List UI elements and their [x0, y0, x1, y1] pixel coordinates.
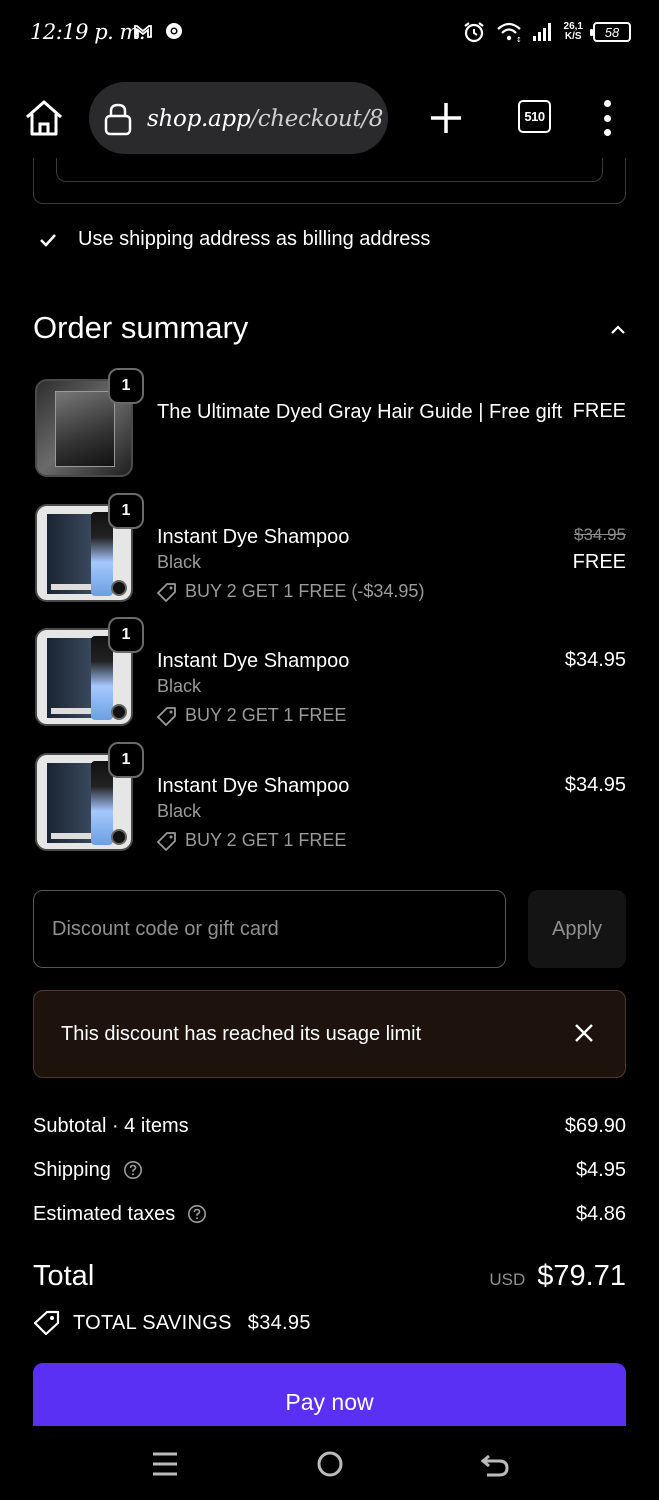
item-name: Instant Dye Shampoo	[157, 650, 350, 672]
status-bar: 12:19 p. m. ↕ 26,1 K/S 58	[0, 0, 659, 66]
order-summary-title: Order summary	[33, 310, 249, 345]
new-tab-icon[interactable]	[428, 100, 464, 136]
wifi-icon: ↕	[496, 22, 522, 43]
discount-error-text: This discount has reached its usage limi…	[61, 1023, 422, 1045]
item-discount: BUY 2 GET 1 FREE (-$34.95)	[157, 581, 424, 602]
status-system-icons: ↕ 26,1 K/S 58	[462, 20, 631, 44]
discount-error-alert: This discount has reached its usage limi…	[33, 990, 626, 1078]
line-item: 1 Instant Dye Shampoo Black BUY 2 GET 1 …	[33, 742, 626, 861]
subtotal-label: Subtotal · 4 items	[33, 1114, 189, 1137]
item-discount-label: BUY 2 GET 1 FREE (-$34.95)	[185, 581, 425, 601]
battery-icon: 58	[590, 22, 631, 42]
total-label: Total	[33, 1260, 95, 1292]
item-price-value: $34.95	[564, 649, 626, 671]
status-time: 12:19 p. m.	[30, 20, 146, 44]
gmail-icon	[134, 25, 152, 38]
quantity-badge: 1	[108, 617, 144, 653]
home-icon[interactable]	[22, 96, 66, 140]
item-price: $34.95 FREE	[573, 521, 626, 577]
tab-switcher-button[interactable]: 510	[518, 100, 551, 133]
tag-icon	[157, 831, 176, 851]
payment-field-bottom	[56, 158, 603, 182]
taxes-label-group: Estimated taxes	[33, 1203, 207, 1226]
total-row: Total USD $79.71	[33, 1260, 626, 1300]
signal-icon	[532, 23, 551, 41]
url-path: /checkout/8	[250, 106, 384, 132]
close-icon[interactable]	[573, 1022, 595, 1044]
item-variant: Black	[157, 801, 202, 821]
chrome-icon	[166, 23, 182, 39]
item-discount: BUY 2 GET 1 FREE	[157, 705, 346, 726]
status-notification-icons	[133, 22, 183, 40]
item-discount-label: BUY 2 GET 1 FREE	[185, 830, 347, 850]
savings-label: TOTAL SAVINGS	[73, 1311, 232, 1334]
tag-icon	[33, 1310, 60, 1336]
total-savings: TOTAL SAVINGS $34.95	[33, 1310, 311, 1336]
net-speed: 26,1 K/S	[564, 22, 583, 42]
address-bar[interactable]: shop.app/checkout/8	[89, 82, 388, 154]
quantity-badge: 1	[108, 493, 144, 529]
shipping-value: $4.95	[575, 1158, 626, 1181]
line-item: 1 The Ultimate Dyed Gray Hair Guide | Fr…	[33, 368, 626, 487]
item-discount: BUY 2 GET 1 FREE	[157, 830, 346, 851]
svg-text:↕: ↕	[516, 36, 522, 43]
url-host: shop.app	[147, 106, 251, 132]
item-original-price: $34.95	[574, 525, 626, 544]
quantity-badge: 1	[108, 368, 144, 404]
item-name: Instant Dye Shampoo	[157, 775, 350, 797]
shipping-label-group: Shipping	[33, 1159, 143, 1182]
chevron-up-icon[interactable]	[608, 320, 628, 340]
alarm-icon	[463, 22, 484, 43]
subtotal-row: Subtotal · 4 items $69.90	[33, 1111, 626, 1141]
currency-code: USD	[489, 1270, 526, 1289]
taxes-row: Estimated taxes $4.86	[33, 1199, 626, 1229]
line-item: 1 Instant Dye Shampoo Black BUY 2 GET 1 …	[33, 493, 626, 612]
tag-icon	[157, 582, 176, 602]
total-value: $79.71	[537, 1260, 626, 1292]
item-discount-label: BUY 2 GET 1 FREE	[185, 705, 347, 725]
billing-address-checkbox[interactable]: Use shipping address as billing address	[38, 228, 430, 251]
line-item: 1 Instant Dye Shampoo Black BUY 2 GET 1 …	[33, 617, 626, 736]
help-icon[interactable]	[187, 1204, 207, 1224]
home-nav-icon[interactable]	[314, 1448, 346, 1480]
quantity-badge: 1	[108, 742, 144, 778]
tab-count: 510	[524, 109, 545, 124]
item-name: Instant Dye Shampoo	[157, 526, 350, 548]
back-icon[interactable]	[479, 1448, 511, 1480]
savings-value: $34.95	[247, 1311, 311, 1334]
battery-level: 58	[604, 24, 620, 40]
lock-icon	[104, 103, 132, 136]
tag-icon	[157, 706, 176, 726]
net-speed-unit: K/S	[564, 31, 582, 42]
subtotal-value: $69.90	[564, 1114, 626, 1137]
url-text: shop.app/checkout/8	[147, 106, 383, 132]
help-icon[interactable]	[123, 1160, 143, 1180]
item-variant: Black	[157, 676, 202, 696]
item-price-value: FREE	[572, 400, 626, 422]
browser-toolbar: shop.app/checkout/8 510	[0, 78, 659, 158]
browser-menu-icon[interactable]	[597, 100, 617, 136]
apply-discount-button[interactable]: Apply	[528, 890, 626, 968]
item-price: $34.95	[565, 770, 626, 800]
shipping-label: Shipping	[33, 1158, 111, 1181]
recent-apps-icon[interactable]	[149, 1448, 181, 1480]
system-nav-bar	[0, 1426, 659, 1500]
item-price: $34.95	[565, 645, 626, 675]
billing-address-label: Use shipping address as billing address	[78, 228, 431, 250]
item-name: The Ultimate Dyed Gray Hair Guide | Free…	[157, 401, 563, 423]
taxes-label: Estimated taxes	[33, 1202, 176, 1225]
item-variant: Black	[157, 552, 202, 572]
taxes-value: $4.86	[575, 1202, 626, 1225]
total-value-group: USD $79.71	[489, 1260, 626, 1293]
shipping-row: Shipping $4.95	[33, 1155, 626, 1185]
item-price-value: FREE	[572, 551, 626, 573]
discount-code-input[interactable]	[33, 890, 506, 968]
check-icon	[40, 233, 56, 247]
item-price-value: $34.95	[564, 774, 626, 796]
item-price: FREE	[573, 396, 626, 426]
